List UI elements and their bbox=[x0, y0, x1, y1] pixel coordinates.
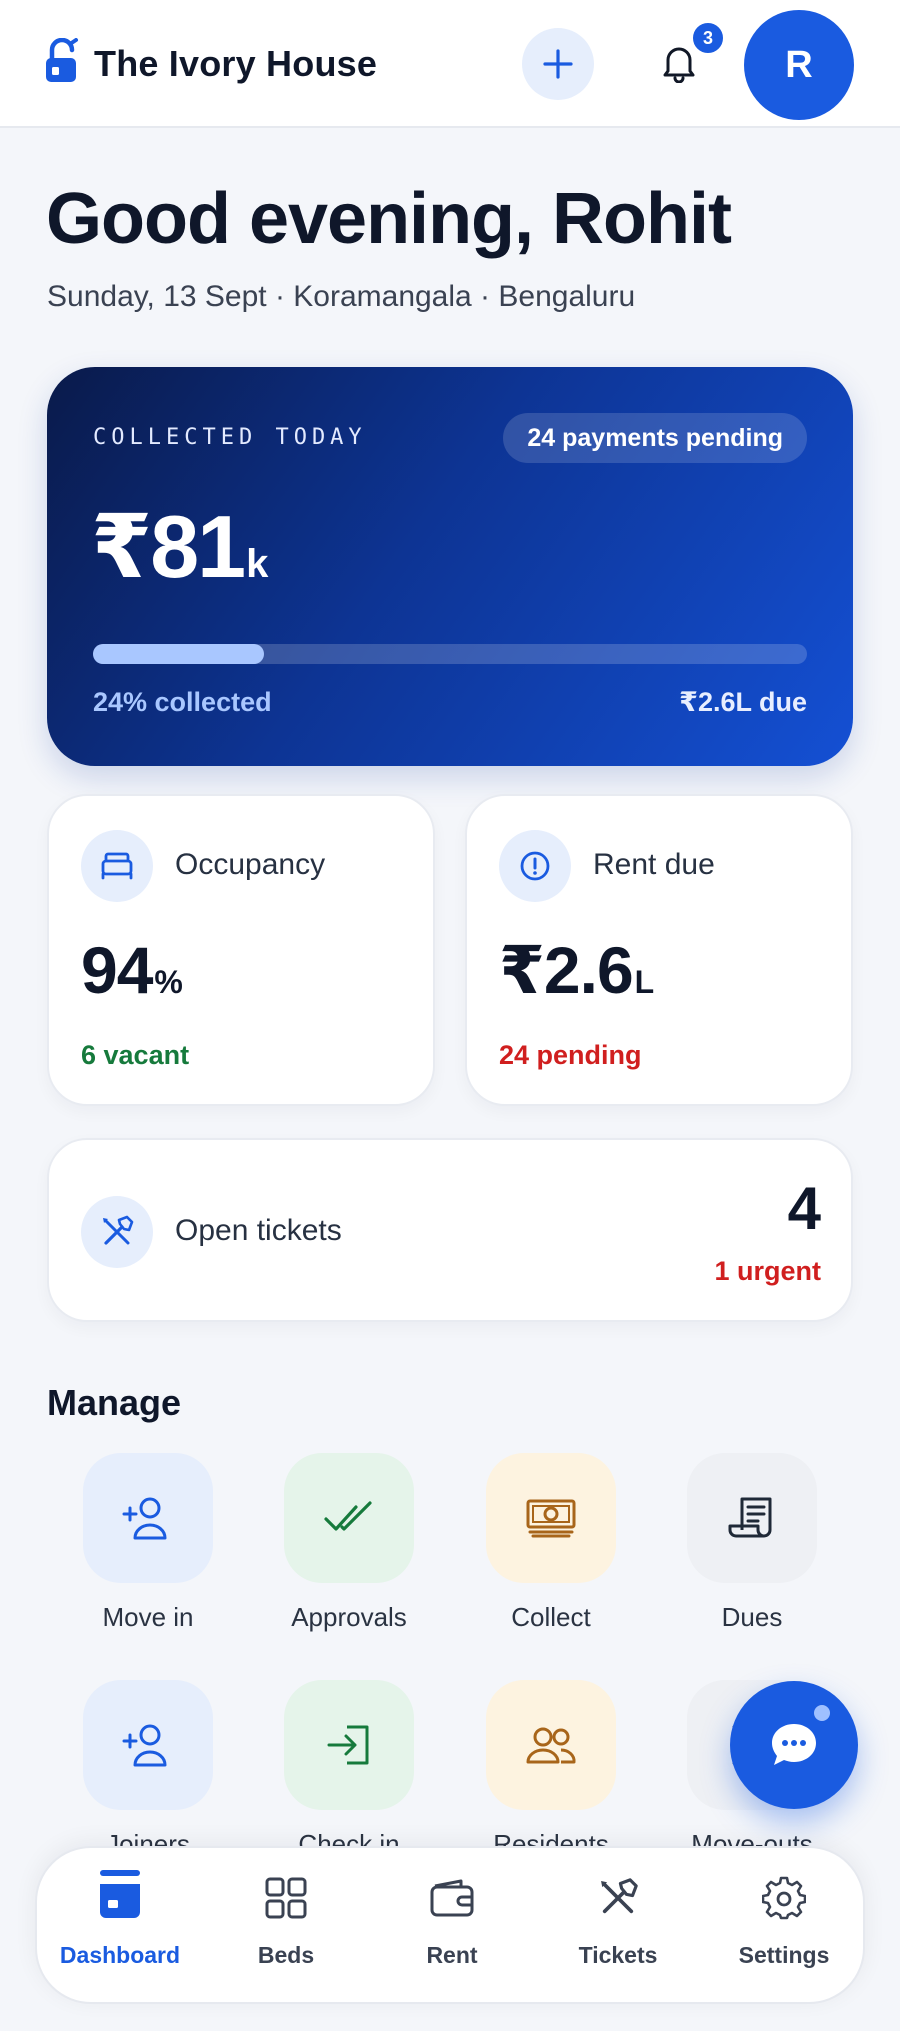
nav-dashboard-label: Dashboard bbox=[59, 1942, 181, 1968]
avatar[interactable]: R bbox=[744, 10, 854, 120]
collected-amount-value: ₹81 bbox=[91, 497, 246, 596]
collection-progress-bar bbox=[93, 644, 807, 664]
joiners-button[interactable] bbox=[83, 1680, 213, 1810]
collected-today-card[interactable]: COLLECTED TODAY 24 payments pending ₹81 … bbox=[47, 367, 853, 766]
app-header: The Ivory House 3 R bbox=[0, 0, 900, 128]
collection-progress-fill bbox=[93, 644, 265, 664]
nav-settings[interactable]: Settings bbox=[701, 1848, 867, 2006]
urgent-tickets-count: 1 urgent bbox=[714, 1256, 821, 1286]
chat-button[interactable] bbox=[730, 1681, 858, 1809]
rent-due-unit: L bbox=[634, 964, 655, 1000]
cash-icon bbox=[526, 1499, 576, 1538]
rent-due-value: ₹2.6 L bbox=[499, 932, 654, 1009]
nav-tickets-label: Tickets bbox=[578, 1942, 658, 1968]
move-in-button[interactable] bbox=[83, 1453, 213, 1583]
chat-unread-dot bbox=[814, 1705, 830, 1721]
rent-due-card[interactable]: Rent due ₹2.6 L 24 pending bbox=[465, 794, 853, 1106]
collected-percent: 24% collected bbox=[93, 687, 272, 717]
bell-icon bbox=[663, 47, 695, 83]
tools-icon bbox=[81, 1196, 153, 1268]
alert-circle-icon bbox=[499, 830, 571, 902]
nav-settings-label: Settings bbox=[738, 1942, 830, 1968]
vacant-count: 6 vacant bbox=[81, 1040, 190, 1070]
occupancy-number: 94 bbox=[81, 933, 153, 1007]
nav-tickets[interactable]: Tickets bbox=[535, 1848, 701, 2006]
nav-beds-label: Beds bbox=[257, 1942, 315, 1968]
notification-badge: 3 bbox=[690, 20, 726, 56]
residents-button[interactable] bbox=[486, 1680, 616, 1810]
grid-icon bbox=[203, 1870, 369, 1926]
open-tickets-count: 4 bbox=[787, 1175, 821, 1242]
bottom-navigation: Dashboard Beds Rent Tickets Settings bbox=[35, 1846, 865, 2004]
calendar-icon bbox=[37, 1870, 203, 1926]
nav-rent-label: Rent bbox=[426, 1942, 478, 1968]
approvals-button[interactable] bbox=[284, 1453, 414, 1583]
move-in-label: Move in bbox=[102, 1602, 194, 1632]
occupancy-card[interactable]: Occupancy 94 % 6 vacant bbox=[47, 794, 435, 1106]
chat-icon bbox=[772, 1724, 816, 1765]
collected-today-label: COLLECTED TODAY bbox=[93, 425, 367, 450]
collect-label: Collect bbox=[511, 1602, 591, 1632]
gear-icon bbox=[701, 1870, 867, 1926]
occupancy-title: Occupancy bbox=[175, 848, 326, 881]
rent-due-number: ₹2.6 bbox=[499, 933, 634, 1007]
wallet-icon bbox=[369, 1870, 535, 1926]
nav-dashboard[interactable]: Dashboard bbox=[37, 1848, 203, 2006]
double-check-icon bbox=[324, 1501, 372, 1531]
page-title: Good evening, Rohit bbox=[46, 179, 732, 259]
occupancy-value: 94 % bbox=[81, 932, 183, 1008]
collected-amount: ₹81 k bbox=[91, 495, 268, 598]
nav-rent[interactable]: Rent bbox=[369, 1848, 535, 2006]
occupancy-unit: % bbox=[154, 964, 183, 1000]
plus-icon bbox=[543, 49, 573, 79]
rent-due-title: Rent due bbox=[593, 848, 715, 881]
amount-due: ₹2.6L due bbox=[679, 687, 807, 717]
dues-button[interactable] bbox=[687, 1453, 817, 1583]
brand[interactable]: The Ivory House bbox=[44, 37, 378, 89]
tools-icon bbox=[535, 1870, 701, 1926]
app-title: The Ivory House bbox=[94, 42, 378, 84]
sign-in-icon bbox=[327, 1725, 369, 1765]
manage-section-title: Manage bbox=[47, 1382, 182, 1423]
dues-label: Dues bbox=[721, 1602, 783, 1632]
collect-button[interactable] bbox=[486, 1453, 616, 1583]
collected-amount-unit: k bbox=[246, 542, 269, 586]
bed-icon bbox=[81, 830, 153, 902]
payments-pending-badge[interactable]: 24 payments pending bbox=[503, 413, 807, 463]
user-plus-icon bbox=[122, 1724, 167, 1767]
user-plus-icon bbox=[122, 1497, 167, 1540]
add-button[interactable] bbox=[522, 28, 594, 100]
nav-beds[interactable]: Beds bbox=[203, 1848, 369, 2006]
check-in-button[interactable] bbox=[284, 1680, 414, 1810]
date-location-subtitle: Sunday, 13 Sept · Koramangala · Bengalur… bbox=[47, 280, 636, 313]
unlock-icon bbox=[44, 37, 80, 89]
receipt-icon bbox=[728, 1497, 772, 1538]
rent-pending-count: 24 pending bbox=[499, 1040, 642, 1070]
open-tickets-title: Open tickets bbox=[175, 1214, 342, 1247]
open-tickets-card[interactable]: Open tickets 4 1 urgent bbox=[47, 1138, 853, 1322]
users-icon bbox=[526, 1727, 576, 1764]
approvals-label: Approvals bbox=[291, 1602, 407, 1632]
